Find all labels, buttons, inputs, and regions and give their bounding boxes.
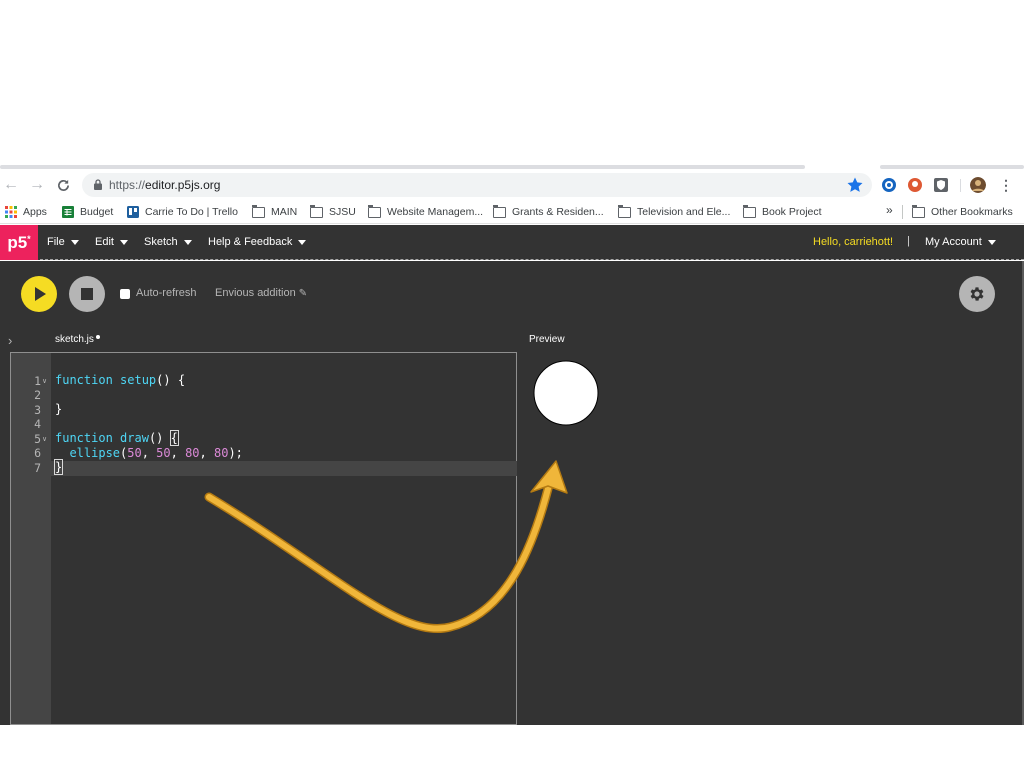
code-line: function draw() { <box>55 430 179 446</box>
chevron-down-icon <box>183 239 192 245</box>
auto-refresh-label: Auto-refresh <box>136 287 197 299</box>
chevron-down-icon <box>70 239 79 245</box>
folder-icon <box>493 204 506 218</box>
bookmark-label: Budget <box>80 206 114 218</box>
bookmark-label: Book Project <box>762 206 822 218</box>
menu-sketch[interactable]: Sketch <box>144 236 192 248</box>
bookmark-label: Apps <box>23 206 47 218</box>
stop-button[interactable] <box>69 276 105 312</box>
folder-icon <box>310 204 323 218</box>
my-account-menu[interactable]: My Account <box>925 236 996 248</box>
line-number: 7 <box>34 461 41 475</box>
bookmark-apps[interactable]: Apps <box>5 204 47 220</box>
forward-button[interactable]: → <box>26 174 48 196</box>
menu-help-feedback[interactable]: Help & Feedback <box>208 236 307 248</box>
profile-avatar[interactable] <box>970 177 986 193</box>
chevron-down-icon <box>119 239 128 245</box>
code-line: function setup() { <box>55 373 186 387</box>
url-text: https://editor.p5js.org <box>109 178 221 192</box>
reload-button[interactable] <box>52 174 74 196</box>
chevron-down-icon <box>987 239 996 245</box>
bookmark-label: Television and Ele... <box>637 206 731 218</box>
unsaved-dot <box>95 335 100 339</box>
nav-divider: | <box>907 235 910 247</box>
line-number: 6 <box>34 446 41 460</box>
menu-file[interactable]: File <box>47 236 79 248</box>
bookmark-label: Carrie To Do | Trello <box>145 206 238 218</box>
code-editor[interactable]: 1 ∨ 2 3 4 5 ∨ 6 7 function setup() { } f… <box>10 352 517 725</box>
bookmark-television[interactable]: Television and Ele... <box>618 204 730 220</box>
extension-shield-icon[interactable] <box>933 177 949 193</box>
pencil-icon: ✎ <box>298 288 308 299</box>
menu-edit[interactable]: Edit <box>95 236 128 248</box>
line-number: 2 <box>34 388 41 402</box>
browser-menu-icon[interactable]: ⋮ <box>998 176 1014 194</box>
bookmark-sjsu[interactable]: SJSU <box>310 204 356 220</box>
other-bookmarks[interactable]: Other Bookmarks <box>912 204 1013 220</box>
lock-icon <box>94 179 102 190</box>
bookmark-trello[interactable]: Carrie To Do | Trello <box>127 204 238 220</box>
folder-icon <box>743 204 756 218</box>
bookmarks-divider <box>902 205 903 219</box>
bookmark-label: Grants & Residen... <box>512 206 604 218</box>
user-greeting: Hello, carriehott! <box>813 236 894 248</box>
bookmark-website[interactable]: Website Managem... <box>368 204 483 220</box>
line-number-gutter: 1 ∨ 2 3 4 5 ∨ 6 7 <box>11 353 51 724</box>
bookmark-star-icon[interactable] <box>846 176 864 194</box>
bookmark-label: MAIN <box>271 206 298 218</box>
folder-icon <box>252 204 265 218</box>
settings-button[interactable] <box>959 276 995 312</box>
code-line: ellipse(50, 50, 80, 80); <box>69 446 243 460</box>
bookmark-main[interactable]: MAIN <box>252 204 297 220</box>
back-button[interactable]: ← <box>0 174 22 196</box>
fold-arrow-icon[interactable]: ∨ <box>42 435 47 443</box>
folder-icon <box>368 204 381 218</box>
p5-logo[interactable]: p5 * <box>0 225 38 260</box>
bookmark-grants[interactable]: Grants & Residen... <box>493 204 604 220</box>
bookmark-label: SJSU <box>329 206 356 218</box>
preview-ellipse <box>533 360 599 426</box>
fold-arrow-icon[interactable]: ∨ <box>42 377 47 385</box>
editor-nav-bar: p5 * File Edit Sketch Help & Feedback Hel… <box>0 225 1024 260</box>
play-button[interactable] <box>21 276 57 312</box>
extension-eye-icon[interactable] <box>881 177 897 193</box>
auto-refresh-checkbox[interactable] <box>120 289 130 299</box>
toolbar-divider <box>960 179 961 192</box>
file-tab-sketch-js[interactable]: sketch.js <box>55 334 100 345</box>
bookmark-label: Other Bookmarks <box>931 206 1013 218</box>
trello-icon <box>127 206 139 218</box>
browser-toolbar: ← → https://editor.p5js.org ⋮ <box>0 171 1024 199</box>
folder-icon <box>618 204 631 218</box>
code-line: } <box>53 459 64 475</box>
chevron-down-icon <box>298 239 307 245</box>
extension-duckduckgo-icon[interactable] <box>907 177 923 193</box>
bookmark-budget[interactable]: Budget <box>62 204 113 220</box>
bookmarks-bar: Apps Budget Carrie To Do | Trello MAIN S… <box>0 200 1024 224</box>
sketch-name[interactable]: Envious addition ✎ <box>215 287 307 299</box>
active-line-highlight <box>51 461 517 476</box>
tab-strip-bar-right <box>880 165 1024 169</box>
sheets-icon <box>62 206 74 218</box>
bookmark-book-project[interactable]: Book Project <box>743 204 822 220</box>
apps-grid-icon <box>5 206 17 218</box>
editor-body: Auto-refresh Envious addition ✎ › sketch.… <box>0 261 1024 725</box>
reload-icon <box>57 179 69 191</box>
preview-canvas <box>533 360 599 426</box>
tab-strip-bar <box>0 165 805 169</box>
line-number: 4 <box>34 417 41 431</box>
folder-icon <box>912 204 925 218</box>
gear-icon <box>970 287 984 301</box>
line-number: 1 <box>34 374 41 388</box>
address-bar[interactable]: https://editor.p5js.org <box>82 173 872 197</box>
line-number: 5 <box>34 432 41 446</box>
code-line: } <box>55 402 63 416</box>
line-number: 3 <box>34 403 41 417</box>
more-bookmarks-button[interactable]: » <box>886 203 893 217</box>
preview-label: Preview <box>529 334 565 345</box>
sidebar-toggle-icon[interactable]: › <box>8 333 12 348</box>
bookmark-label: Website Managem... <box>387 206 484 218</box>
